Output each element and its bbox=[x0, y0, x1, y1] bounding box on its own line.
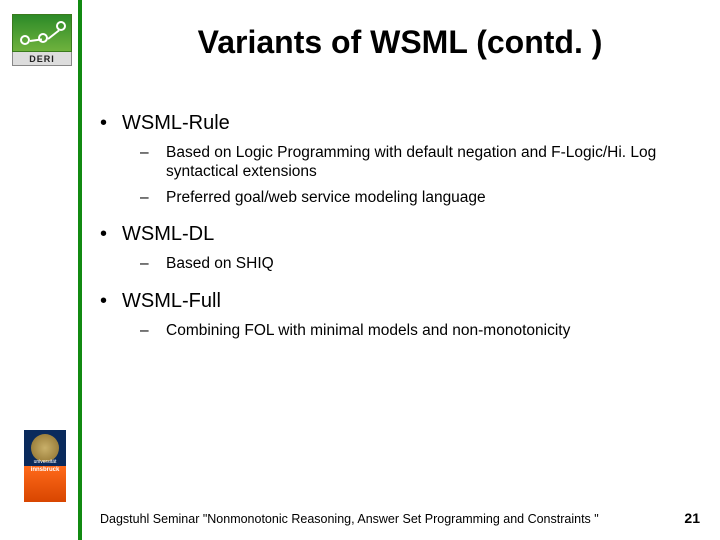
deri-logo: DERI bbox=[12, 14, 72, 69]
bullet-text: WSML-DL bbox=[122, 223, 214, 246]
university-logo-text-bot: innsbruck bbox=[24, 467, 66, 473]
bullet-text: WSML-Rule bbox=[122, 112, 230, 135]
accent-bar bbox=[78, 0, 82, 540]
university-logo: universität innsbruck bbox=[24, 430, 66, 502]
bullet-level1: • WSML-Rule bbox=[100, 112, 696, 135]
bullet-icon: • bbox=[100, 223, 122, 246]
bullet-level2: – Based on Logic Programming with defaul… bbox=[140, 143, 696, 182]
bullet-text: Based on SHIQ bbox=[166, 254, 274, 273]
slide-footer: Dagstuhl Seminar "Nonmonotonic Reasoning… bbox=[100, 510, 700, 526]
footer-text: Dagstuhl Seminar "Nonmonotonic Reasoning… bbox=[100, 512, 599, 526]
dash-icon: – bbox=[140, 321, 166, 340]
university-logo-bottom: innsbruck bbox=[24, 466, 66, 502]
bullet-level2: – Combining FOL with minimal models and … bbox=[140, 321, 696, 340]
bullet-level1: • WSML-DL bbox=[100, 223, 696, 246]
dash-icon: – bbox=[140, 143, 166, 182]
bullet-level2: – Based on SHIQ bbox=[140, 254, 696, 273]
slide-title: Variants of WSML (contd. ) bbox=[100, 24, 700, 61]
bullet-text: Preferred goal/web service modeling lang… bbox=[166, 188, 486, 207]
bullet-icon: • bbox=[100, 112, 122, 135]
bullet-icon: • bbox=[100, 290, 122, 313]
dash-icon: – bbox=[140, 188, 166, 207]
bullet-level1: • WSML-Full bbox=[100, 290, 696, 313]
university-logo-top: universität bbox=[24, 430, 66, 466]
slide-content: • WSML-Rule – Based on Logic Programming… bbox=[100, 112, 696, 340]
slide: DERI universität innsbruck Variants of W… bbox=[0, 0, 720, 540]
bullet-text: Combining FOL with minimal models and no… bbox=[166, 321, 570, 340]
dash-icon: – bbox=[140, 254, 166, 273]
bullet-level2: – Preferred goal/web service modeling la… bbox=[140, 188, 696, 207]
bullet-text: WSML-Full bbox=[122, 290, 221, 313]
page-number: 21 bbox=[684, 510, 700, 526]
university-logo-text-top: universität bbox=[24, 460, 66, 465]
bullet-text: Based on Logic Programming with default … bbox=[166, 143, 696, 182]
deri-logo-text: DERI bbox=[12, 52, 72, 66]
deri-logo-graphic bbox=[12, 14, 72, 52]
